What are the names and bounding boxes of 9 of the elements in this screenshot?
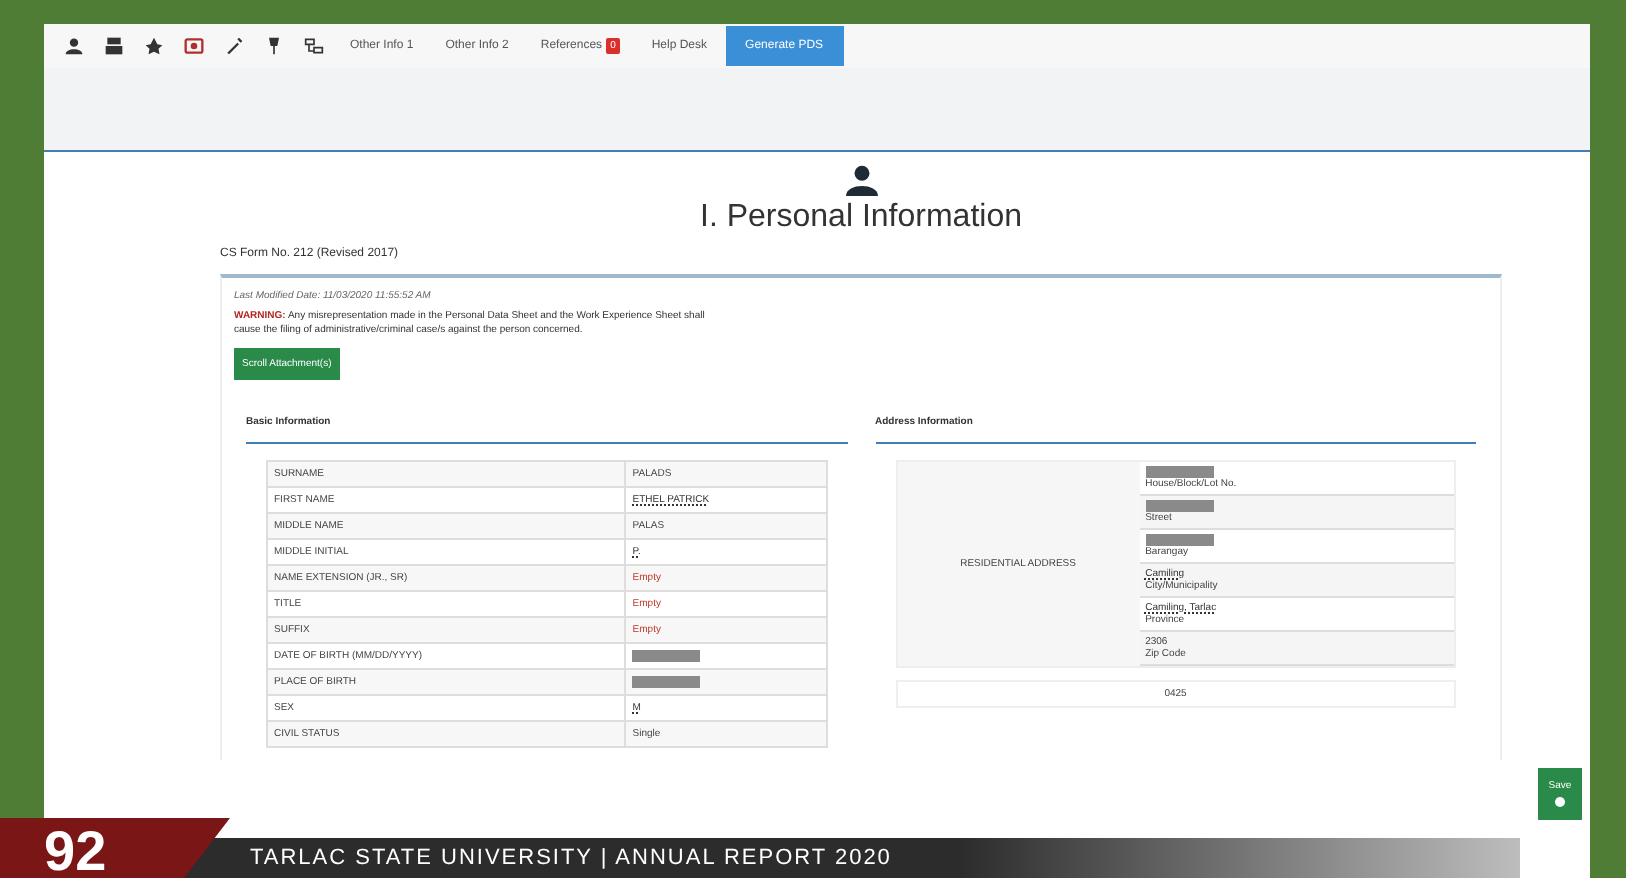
- circle-icon: [1554, 796, 1566, 808]
- redacted-block: [632, 675, 701, 688]
- redacted-block: [1145, 466, 1214, 478]
- redacted-block: [632, 649, 701, 662]
- person-icon: [845, 164, 877, 196]
- page-title: I. Personal Information: [700, 200, 1022, 236]
- page-number: 92: [0, 818, 230, 878]
- redacted-block: [1145, 534, 1214, 546]
- redacted-block: [1145, 500, 1214, 512]
